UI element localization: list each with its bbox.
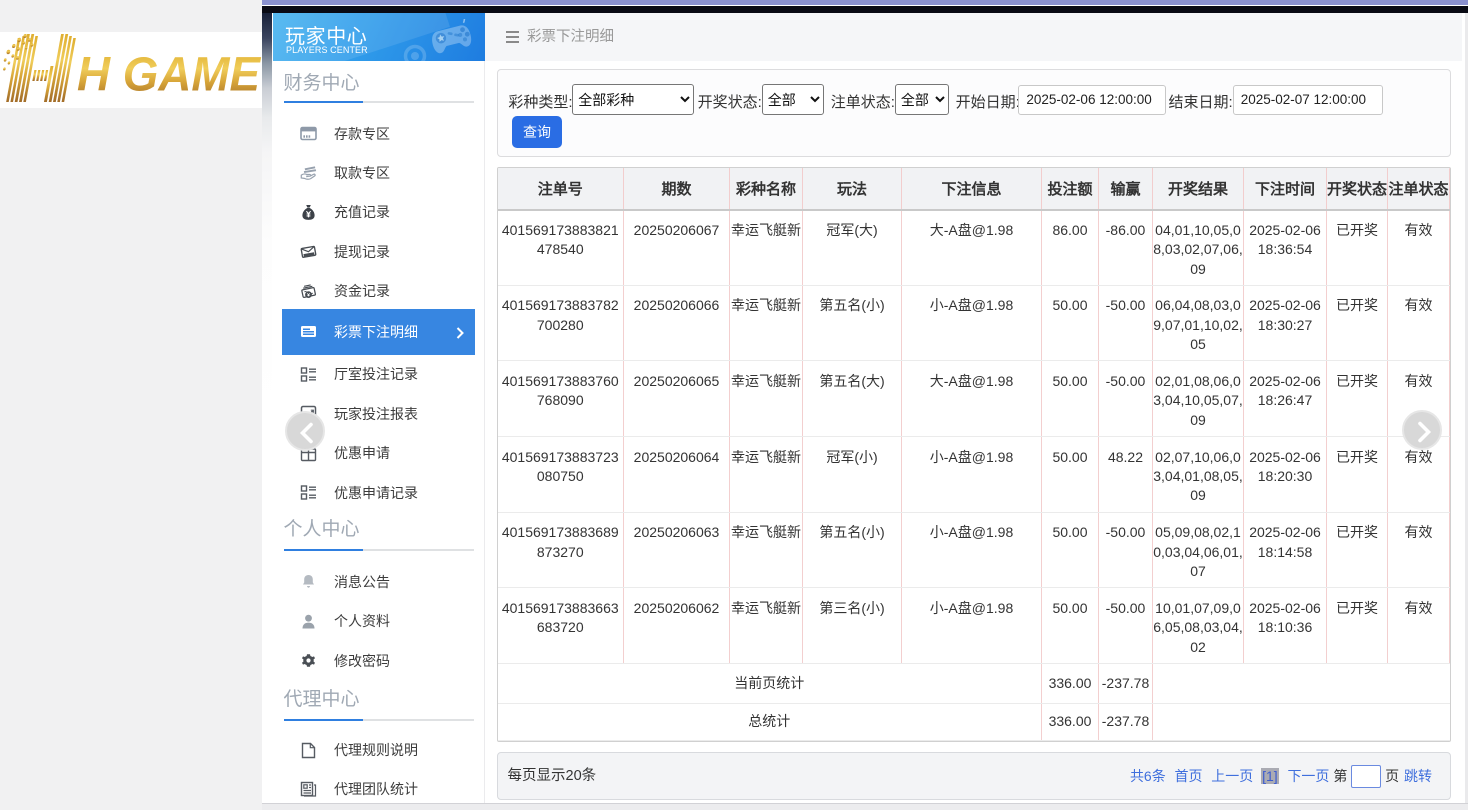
svg-text:H GAME: H GAME bbox=[77, 49, 262, 102]
